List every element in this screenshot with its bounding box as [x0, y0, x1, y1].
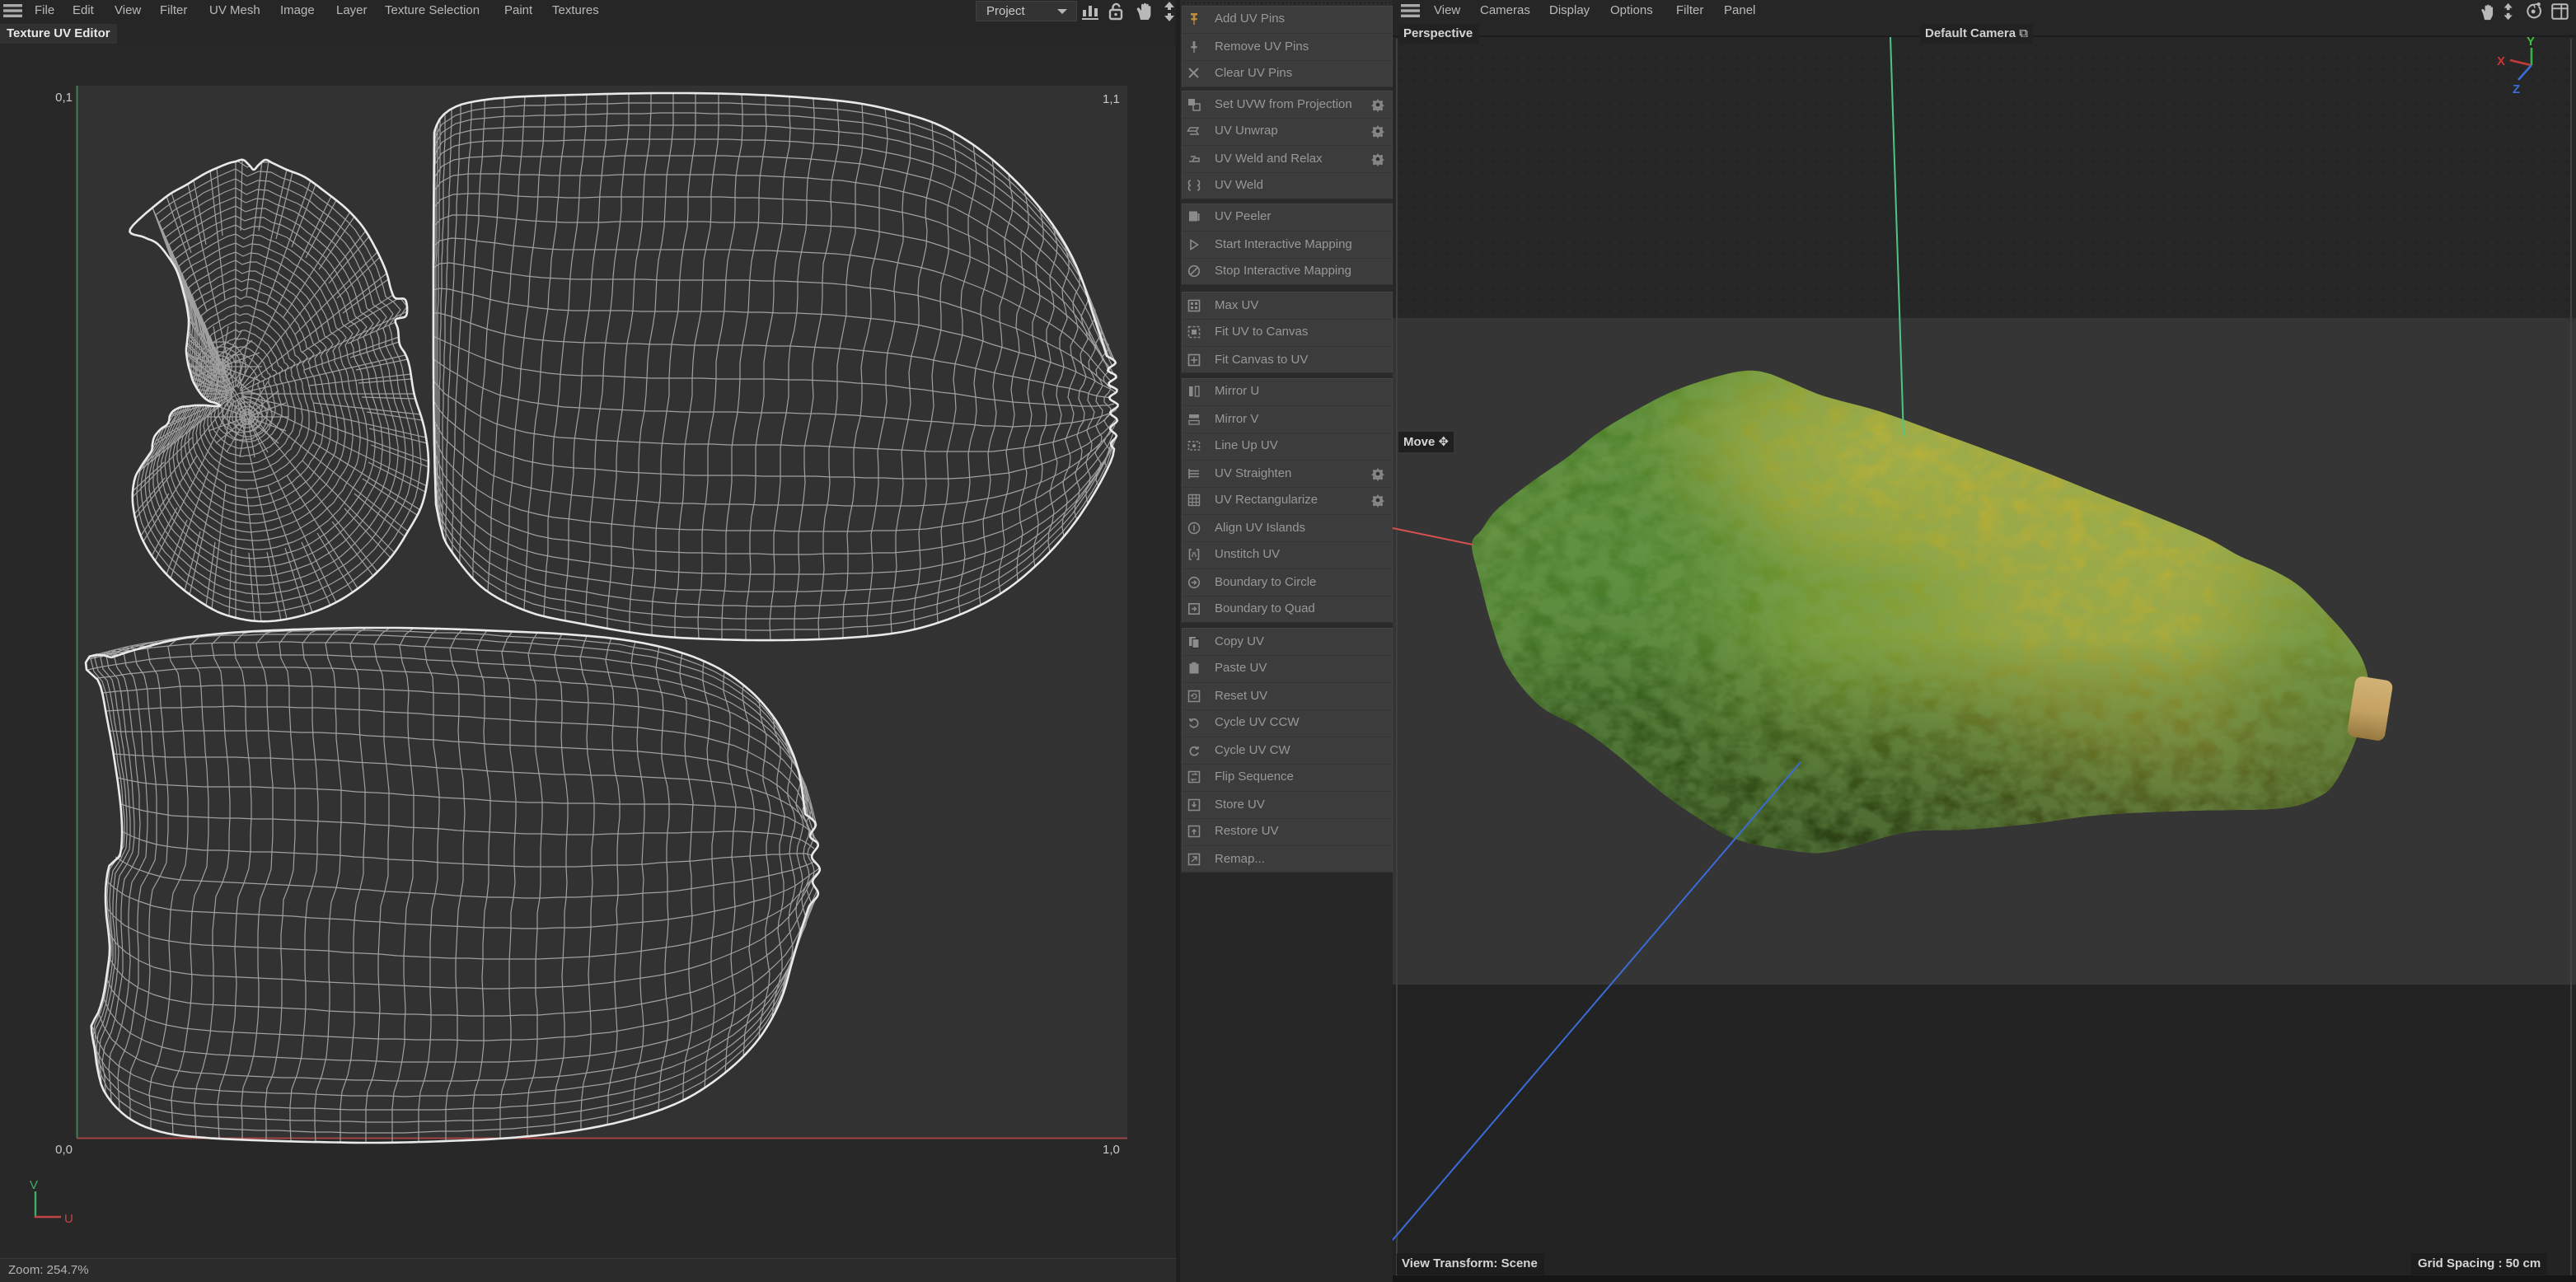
svg-text:U: U — [64, 1212, 73, 1226]
svg-text:V: V — [30, 1178, 38, 1192]
svg-text:Y: Y — [2527, 37, 2535, 49]
svg-text:X: X — [2497, 54, 2505, 68]
svg-text:Z: Z — [2513, 82, 2520, 96]
